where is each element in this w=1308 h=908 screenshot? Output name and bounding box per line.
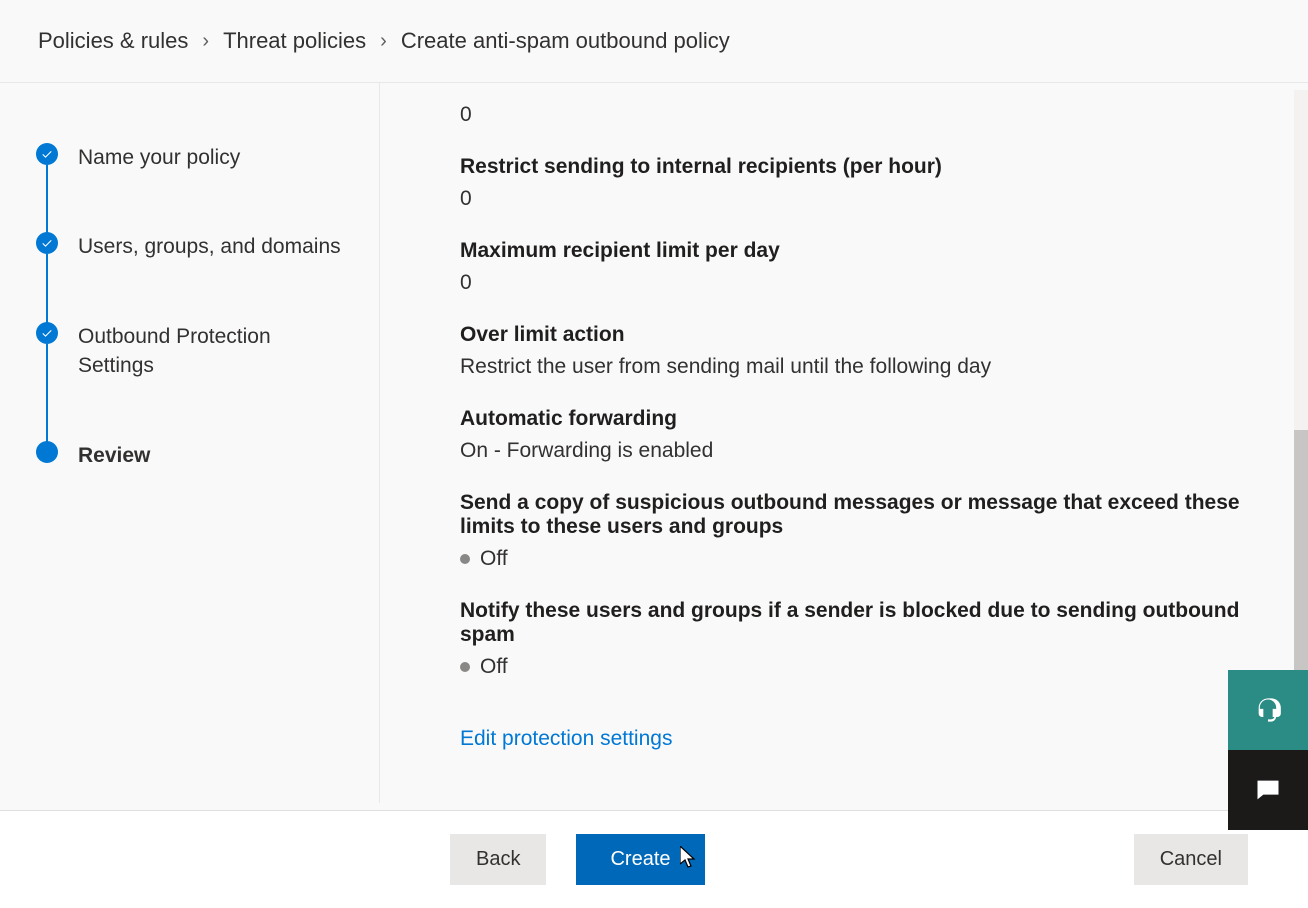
breadcrumb: Policies & rules › Threat policies › Cre…	[0, 0, 1308, 83]
wizard-footer: Back Create Cancel	[0, 810, 1308, 908]
checkmark-icon	[36, 322, 58, 344]
wizard-step-name[interactable]: Name your policy	[36, 143, 349, 232]
help-panel	[1228, 670, 1308, 830]
create-button[interactable]: Create	[576, 834, 704, 885]
wizard-sidebar: Name your policy Users, groups, and doma…	[0, 83, 380, 803]
wizard-step-review[interactable]: Review	[36, 441, 349, 470]
field-label-notify-blocked: Notify these users and groups if a sende…	[460, 599, 1248, 647]
field-value-send-copy: Off	[480, 547, 508, 571]
wizard-step-label: Name your policy	[78, 143, 240, 172]
field-value-top: 0	[460, 103, 1248, 127]
review-panel: 0 Restrict sending to internal recipient…	[380, 83, 1308, 803]
field-value-restrict-internal: 0	[460, 187, 1248, 211]
field-label-max-recipient: Maximum recipient limit per day	[460, 239, 1248, 263]
wizard-step-label: Users, groups, and domains	[78, 232, 341, 261]
feedback-icon	[1254, 776, 1282, 804]
back-button[interactable]: Back	[450, 834, 546, 885]
feedback-button[interactable]	[1228, 750, 1308, 830]
headset-icon	[1254, 696, 1282, 724]
breadcrumb-item-threat[interactable]: Threat policies	[223, 28, 366, 54]
field-value-auto-forwarding: On - Forwarding is enabled	[460, 439, 1248, 463]
status-dot-icon	[460, 662, 470, 672]
wizard-step-users[interactable]: Users, groups, and domains	[36, 232, 349, 321]
breadcrumb-item-policies[interactable]: Policies & rules	[38, 28, 188, 54]
field-value-notify-blocked: Off	[480, 655, 508, 679]
field-label-over-limit: Over limit action	[460, 323, 1248, 347]
chevron-right-icon: ›	[380, 30, 387, 53]
wizard-step-settings[interactable]: Outbound Protection Settings	[36, 322, 349, 441]
field-value-max-recipient: 0	[460, 271, 1248, 295]
current-step-icon	[36, 441, 58, 463]
checkmark-icon	[36, 143, 58, 165]
chevron-right-icon: ›	[202, 30, 209, 53]
checkmark-icon	[36, 232, 58, 254]
field-value-over-limit: Restrict the user from sending mail unti…	[460, 355, 1248, 379]
headset-support-button[interactable]	[1228, 670, 1308, 750]
wizard-step-label: Review	[78, 441, 150, 470]
edit-protection-settings-link[interactable]: Edit protection settings	[460, 727, 672, 751]
field-label-restrict-internal: Restrict sending to internal recipients …	[460, 155, 1248, 179]
cancel-button[interactable]: Cancel	[1134, 834, 1248, 885]
breadcrumb-item-create: Create anti-spam outbound policy	[401, 28, 730, 54]
field-label-auto-forwarding: Automatic forwarding	[460, 407, 1248, 431]
field-label-send-copy: Send a copy of suspicious outbound messa…	[460, 491, 1248, 539]
status-dot-icon	[460, 554, 470, 564]
wizard-step-label: Outbound Protection Settings	[78, 322, 349, 381]
